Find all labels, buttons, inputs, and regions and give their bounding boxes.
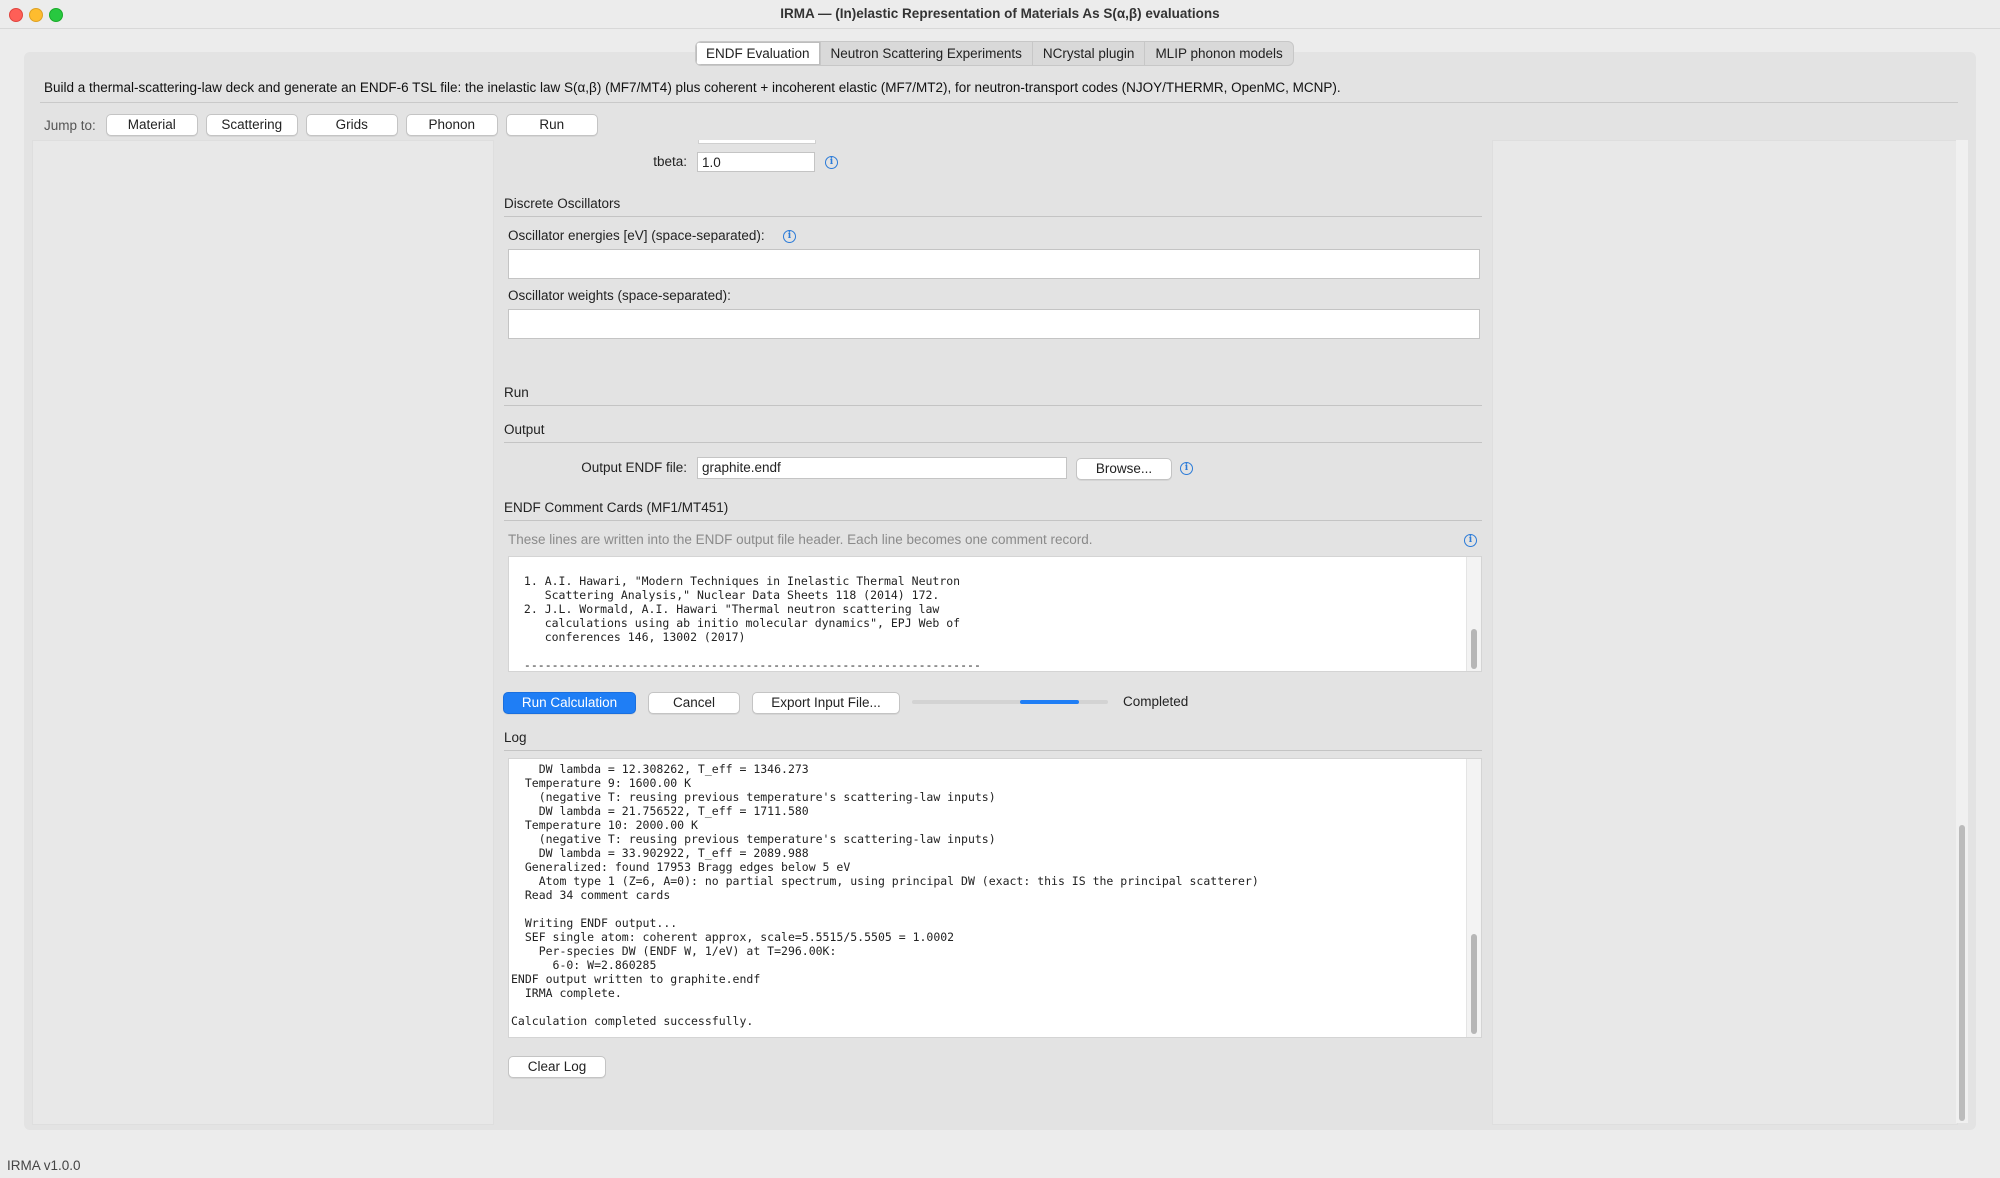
oscillator-energies-input[interactable] [508,249,1480,279]
cancel-button[interactable]: Cancel [648,692,740,714]
comment-cards-hint: These lines are written into the ENDF ou… [508,532,1093,547]
jump-scattering-button[interactable]: Scattering [205,114,298,136]
main-scrollbar-thumb[interactable] [1959,825,1965,1121]
tab-ncrystal-plugin[interactable]: NCrystal plugin [1033,42,1146,65]
tab-bar: ENDF Evaluation Neutron Scattering Exper… [695,41,1294,66]
jump-grids-button[interactable]: Grids [305,114,398,136]
log-text: DW lambda = 12.308262, T_eff = 1346.273 … [511,762,1259,1028]
tab-endf-evaluation[interactable]: ENDF Evaluation [696,42,821,65]
run-section-header: Run [504,385,1482,406]
log-textarea[interactable]: DW lambda = 12.308262, T_eff = 1346.273 … [508,758,1482,1038]
output-file-input[interactable]: graphite.endf [697,457,1067,479]
discrete-oscillators-header: Discrete Oscillators [504,196,1482,217]
main-scrollbar[interactable] [1956,140,1968,1123]
oscillator-energies-label: Oscillator energies [eV] (space-separate… [508,228,765,243]
progress-bar [912,700,1108,704]
tab-neutron-scattering-experiments[interactable]: Neutron Scattering Experiments [821,42,1033,65]
status-bar-version: IRMA v1.0.0 [7,1158,81,1173]
comment-cards-header: ENDF Comment Cards (MF1/MT451) [504,500,1482,521]
page-description: Build a thermal-scattering-law deck and … [44,80,1341,95]
jump-material-button[interactable]: Material [105,114,198,136]
comment-cards-scrollbar-thumb[interactable] [1471,629,1477,669]
oscillator-weights-input[interactable] [508,309,1480,339]
oscillator-weights-label: Oscillator weights (space-separated): [508,288,731,303]
log-section-header: Log [504,730,1482,751]
info-icon[interactable]: i [1180,462,1193,475]
divider [40,102,1958,103]
export-input-file-button[interactable]: Export Input File... [752,692,900,714]
jump-phonon-button[interactable]: Phonon [405,114,498,136]
tab-mlip-phonon-models[interactable]: MLIP phonon models [1145,42,1292,65]
jump-to-bar: Jump to: Material Scattering Grids Phono… [44,114,606,136]
browse-button[interactable]: Browse... [1076,458,1172,480]
comment-cards-text: 1. A.I. Hawari, "Modern Techniques in In… [523,574,981,672]
progress-bar-fill [1019,700,1079,704]
tbeta-input[interactable]: 1.0 [697,152,815,172]
jump-to-label: Jump to: [44,117,96,133]
form-content: tbeta: 1.0 i Discrete Oscillators Oscill… [502,140,1482,1123]
tbeta-label: tbeta: [653,154,687,169]
run-calculation-button[interactable]: Run Calculation [503,692,636,714]
output-file-label: Output ENDF file: [581,460,687,475]
log-scrollbar[interactable] [1466,759,1481,1037]
log-scrollbar-thumb[interactable] [1471,934,1477,1034]
info-icon[interactable]: i [1464,534,1477,547]
previous-field-edge [698,140,816,144]
title-bar: IRMA — (In)elastic Representation of Mat… [0,0,2000,29]
info-icon[interactable]: i [783,230,796,243]
comment-cards-scrollbar[interactable] [1466,557,1481,671]
window-title: IRMA — (In)elastic Representation of Mat… [780,6,1220,21]
right-panel [1492,140,1958,1125]
run-status: Completed [1123,694,1189,709]
clear-log-button[interactable]: Clear Log [508,1056,606,1078]
info-icon[interactable]: i [825,156,838,169]
jump-run-button[interactable]: Run [505,114,598,136]
comment-cards-textarea[interactable]: 1. A.I. Hawari, "Modern Techniques in In… [508,556,1482,672]
left-panel [32,140,494,1125]
output-section-header: Output [504,422,1482,443]
